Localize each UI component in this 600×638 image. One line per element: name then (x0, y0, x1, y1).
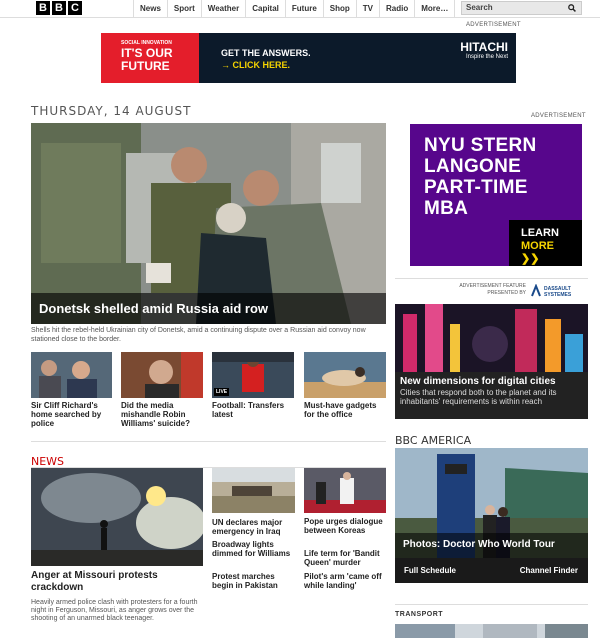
main-nav: News Sport Weather Capital Future Shop T… (133, 0, 456, 18)
story-thumb-cliff[interactable] (31, 352, 112, 398)
live-badge: LIVE (214, 388, 230, 396)
bbc-logo[interactable]: B B C (36, 1, 82, 15)
feature-label-line: ADVERTISEMENT FEATURE (459, 283, 526, 289)
transport-image-strip (395, 624, 588, 638)
nyu-line: LANGONE (424, 156, 522, 177)
feature-summary: Cities that respond both to the planet a… (400, 388, 557, 406)
learn-more-line: MORE ❯❯ (521, 240, 554, 265)
story-image (121, 352, 203, 398)
nyu-line: NYU STERN (424, 135, 537, 156)
feature-card[interactable]: New dimensions for digital cities Cities… (395, 304, 588, 419)
nyu-ad-text: NYU STERN LANGONE PART-TIME MBA (424, 135, 537, 219)
search-icon[interactable] (568, 4, 576, 12)
nav-capital[interactable]: Capital (245, 0, 285, 18)
doctor-who-links-bar: Full Schedule Channel Finder (395, 558, 588, 583)
doctor-who-title[interactable]: Photos: Doctor Who World Tour (395, 533, 588, 558)
feature-label: ADVERTISEMENT FEATURE PRESENTED BY (459, 283, 526, 297)
nav-shop[interactable]: Shop (322, 0, 356, 18)
nav-more[interactable]: More… (414, 0, 456, 18)
banner-headline: IT'S OUR FUTURE (121, 46, 173, 73)
story-caption[interactable]: Sir Cliff Richard's home searched by pol… (31, 401, 111, 428)
divider (395, 604, 588, 605)
doctor-who-promo[interactable]: Photos: Doctor Who World Tour Full Sched… (395, 448, 588, 583)
news-link[interactable]: Protest marches begin in Pakistan (212, 572, 296, 590)
feature-title[interactable]: New dimensions for digital cities (400, 376, 583, 388)
dassault-logo-icon (531, 284, 541, 297)
learn-more-button[interactable]: LEARN MORE ❯❯ (509, 220, 582, 266)
story-thumb-williams[interactable] (121, 352, 203, 398)
story-thumb-football[interactable]: LIVE (212, 352, 294, 398)
story-thumb-gadgets[interactable] (304, 352, 386, 398)
full-schedule-link[interactable]: Full Schedule (404, 566, 456, 575)
news-link[interactable]: Pope urges dialogue between Koreas (304, 517, 388, 535)
date-heading: THURSDAY, 14 AUGUST (31, 104, 192, 118)
story-image (212, 468, 295, 513)
bbc-america-title[interactable]: BBC AMERICA (395, 434, 471, 447)
news-hero-picture (31, 468, 203, 566)
learn-more-line: LEARN (521, 227, 559, 239)
nav-news[interactable]: News (133, 0, 167, 18)
logo-letter: C (68, 1, 82, 15)
news-link[interactable]: Broadway lights dimmed for Williams (212, 540, 296, 558)
banner-brand: HITACHI (460, 40, 508, 54)
nav-future[interactable]: Future (284, 0, 323, 18)
nav-weather[interactable]: Weather (200, 0, 245, 18)
search-input[interactable]: Search (461, 1, 582, 15)
nav-sport[interactable]: Sport (166, 0, 201, 18)
nyu-stern-ad[interactable]: NYU STERN LANGONE PART-TIME MBA LEARN MO… (410, 124, 582, 266)
logo-letter: B (52, 1, 66, 15)
hero-title[interactable]: Donetsk shelled amid Russia aid row (31, 293, 386, 324)
story-image (31, 352, 112, 398)
news-thumb-pope[interactable] (304, 468, 386, 513)
hero-story[interactable]: Donetsk shelled amid Russia aid row (31, 123, 386, 324)
story-image (304, 352, 386, 398)
feature-caption: New dimensions for digital cities Cities… (395, 372, 588, 419)
transport-section-title[interactable]: TRANSPORT (395, 611, 443, 618)
feature-label-line: PRESENTED BY (487, 290, 526, 296)
story-caption[interactable]: Must-have gadgets for the office (304, 401, 384, 419)
story-image (304, 468, 386, 513)
news-hero-summary: Heavily armed police clash with proteste… (31, 599, 198, 622)
transport-images[interactable] (395, 624, 588, 638)
nyu-line: PART-TIME (424, 177, 528, 198)
banner-red-panel: SOCIAL INNOVATION IT'S OUR FUTURE (101, 33, 199, 83)
story-caption[interactable]: Football: Transfers latest (212, 401, 294, 419)
news-thumb-iraq[interactable] (212, 468, 295, 513)
banner-cta-line2[interactable]: → CLICK HERE. (221, 60, 290, 70)
hero-summary: Shells hit the rebel-held Ukrainian city… (31, 327, 366, 343)
banner-tagline: Inspire the Next (465, 54, 508, 60)
nyu-line: MBA (424, 198, 469, 219)
feature-brand: DASSAULT SYSTEMES (544, 286, 571, 298)
logo-letter: B (36, 1, 50, 15)
nav-radio[interactable]: Radio (379, 0, 414, 18)
ad-label: ADVERTISEMENT (531, 113, 586, 119)
search-label: Search (466, 3, 493, 12)
divider (31, 441, 386, 442)
hitachi-banner-ad[interactable]: SOCIAL INNOVATION IT'S OUR FUTURE GET TH… (101, 33, 516, 83)
news-hero-image[interactable] (31, 468, 203, 566)
news-link[interactable]: Pilot's arm 'came off while landing' (304, 572, 388, 590)
news-link[interactable]: UN declares major emergency in Iraq (212, 518, 296, 536)
feature-header: ADVERTISEMENT FEATURE PRESENTED BY DASSA… (395, 278, 588, 304)
news-link[interactable]: Life term for 'Bandit Queen' murder (304, 549, 388, 567)
feature-brand-line: SYSTEMES (544, 292, 572, 298)
ad-label: ADVERTISEMENT (466, 22, 521, 28)
channel-finder-link[interactable]: Channel Finder (520, 566, 578, 575)
story-caption[interactable]: Did the media mishandle Robin Williams' … (121, 401, 201, 428)
banner-cta-line1: GET THE ANSWERS. (221, 48, 311, 58)
news-hero-title[interactable]: Anger at Missouri protests crackdown (31, 570, 201, 594)
nav-tv[interactable]: TV (355, 0, 379, 18)
